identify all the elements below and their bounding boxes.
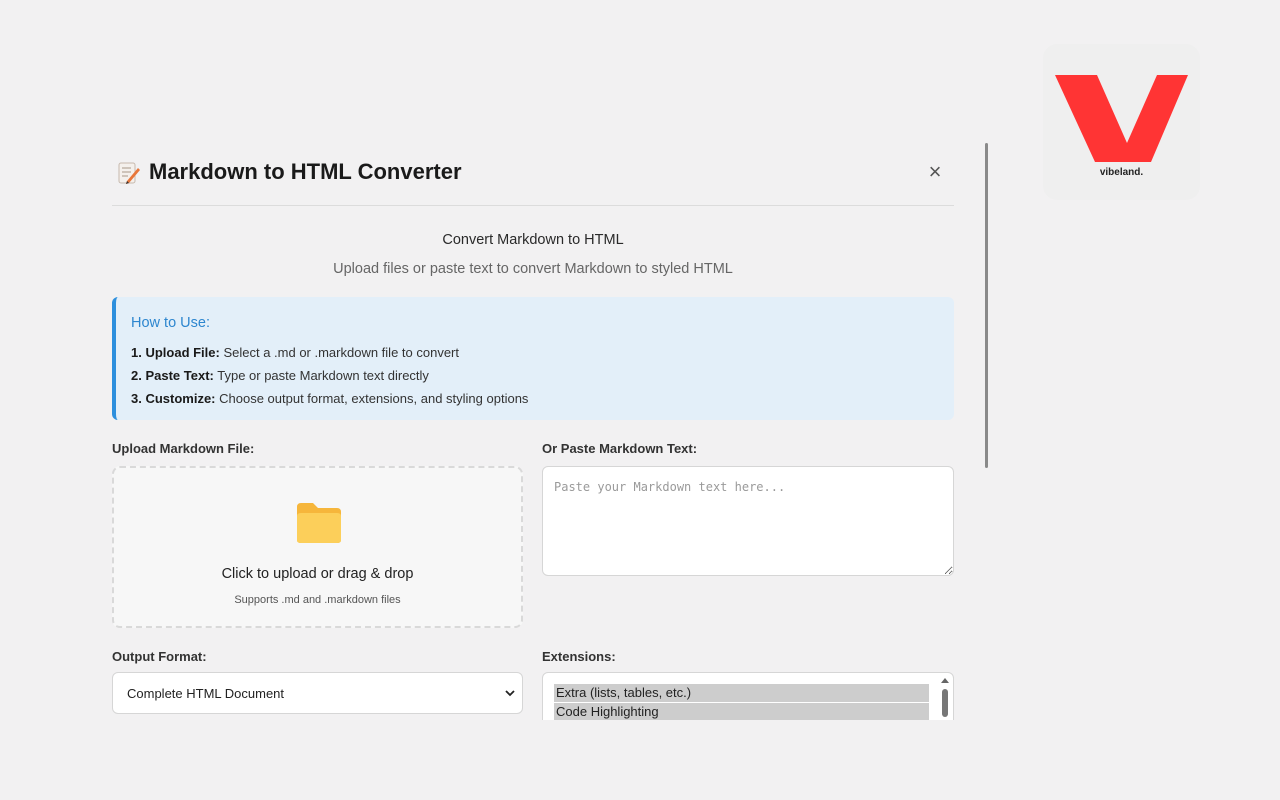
close-button[interactable]: × xyxy=(924,161,946,183)
paste-label: Or Paste Markdown Text: xyxy=(542,441,698,456)
intro-heading: Convert Markdown to HTML xyxy=(442,232,624,248)
brand-logo-card: vibeland. xyxy=(1043,44,1200,200)
output-format-label: Output Format: xyxy=(112,649,207,664)
page-scrollbar-thumb[interactable] xyxy=(985,143,988,468)
close-icon[interactable]: × xyxy=(929,159,942,184)
step-label: 1. Upload File: xyxy=(131,345,220,360)
dialog-header: Markdown to HTML Converter × xyxy=(112,158,954,206)
how-to-use-box: How to Use: 1. Upload File: Select a .md… xyxy=(112,297,954,420)
converter-panel: Markdown to HTML Converter × Convert Mar… xyxy=(112,128,954,720)
listbox-scrollbar[interactable] xyxy=(939,677,951,720)
step-label: 2. Paste Text: xyxy=(131,368,214,383)
step-text: Type or paste Markdown text directly xyxy=(213,368,429,383)
extension-option[interactable]: Code Highlighting xyxy=(554,703,929,720)
dialog-title: Markdown to HTML Converter xyxy=(149,159,462,184)
output-format-value: Complete HTML Document xyxy=(127,686,285,701)
extensions-listbox[interactable]: Extra (lists, tables, etc.) Code Highlig… xyxy=(542,672,954,720)
how-to-use-title: How to Use: xyxy=(131,315,210,331)
extensions-label: Extensions: xyxy=(542,649,616,664)
extension-option[interactable]: Extra (lists, tables, etc.) xyxy=(554,684,929,702)
upload-label: Upload Markdown File: xyxy=(112,441,255,456)
step-label: 3. Customize: xyxy=(131,391,216,406)
how-to-step: 3. Customize: Choose output format, exte… xyxy=(131,387,954,410)
output-format-select[interactable]: Complete HTML Document xyxy=(112,672,523,714)
upload-sub-text: Supports .md and .markdown files xyxy=(234,594,401,606)
step-text: Choose output format, extensions, and st… xyxy=(215,391,529,406)
how-to-step: 1. Upload File: Select a .md or .markdow… xyxy=(131,341,954,364)
memo-icon xyxy=(118,162,140,184)
vibeland-logo-icon xyxy=(1055,75,1188,162)
upload-main-text: Click to upload or drag & drop xyxy=(221,566,414,582)
brand-logo-text: vibeland. xyxy=(1099,167,1144,178)
how-to-step: 2. Paste Text: Type or paste Markdown te… xyxy=(131,364,954,387)
folder-icon xyxy=(297,503,341,543)
intro-subtext: Upload files or paste text to convert Ma… xyxy=(333,261,733,277)
step-text: Select a .md or .markdown file to conver… xyxy=(219,345,459,360)
upload-dropzone[interactable]: Click to upload or drag & drop Supports … xyxy=(112,466,523,628)
markdown-text-input[interactable] xyxy=(542,466,954,576)
chevron-down-icon xyxy=(505,690,515,697)
